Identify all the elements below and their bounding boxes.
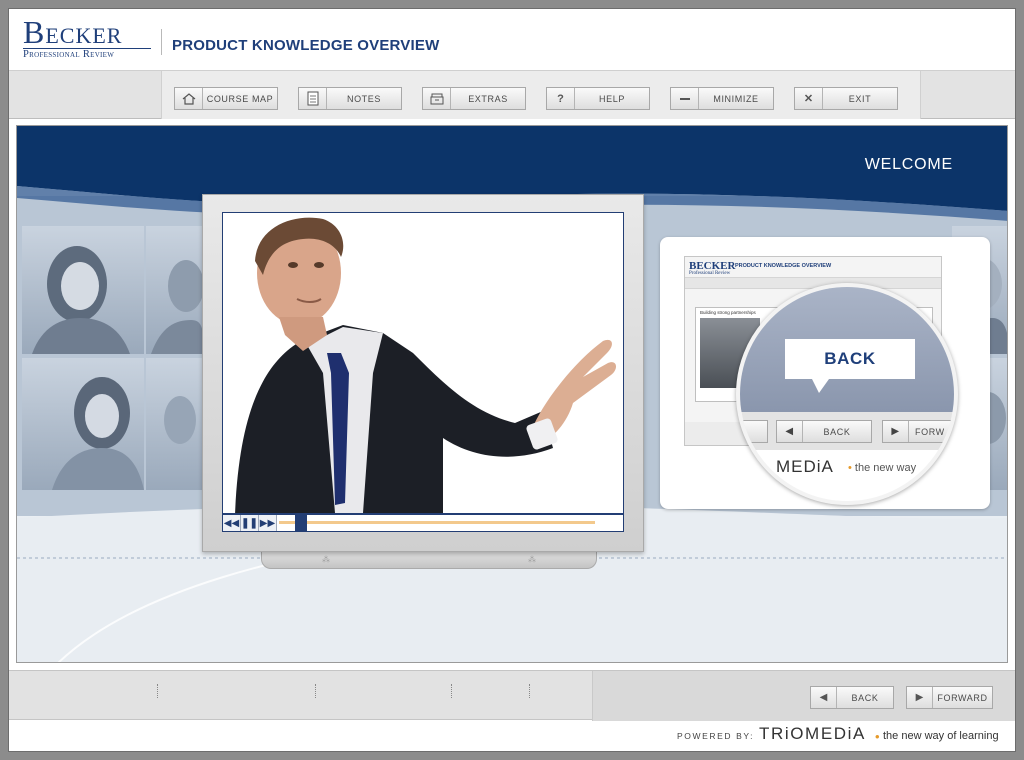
course-map-label: COURSE MAP (206, 93, 274, 104)
triomedia-logo: TRiOMEDiA (759, 724, 866, 743)
magnifier-left-stub: D (740, 420, 768, 443)
magnifier-brand-tag: • the new way (848, 462, 916, 474)
bottom-nav-buttons: ◀ BACK ▶ FORWARD (592, 671, 1015, 721)
minimize-icon (671, 88, 699, 109)
magnifier-nav-bar: D ◀ BACK ▶ FORW (740, 412, 954, 450)
course-map-button[interactable]: COURSE MAP (174, 87, 278, 110)
video-player[interactable] (222, 212, 624, 514)
minimize-button[interactable]: MINIMIZE (670, 87, 774, 110)
toolbar: COURSE MAP NOTES EXTRAS ? HELP MINIMIZE … (9, 71, 1015, 119)
becker-logo: Becker Professional Review (23, 14, 151, 60)
content-stage: WELCOME ⁂ ⁂ ◀◀ ❚❚ ▶▶ BECKER Professional… (16, 125, 1008, 663)
chevron-right-icon: ▶ (883, 421, 909, 442)
progress-marker-1 (157, 684, 158, 698)
progress-marker-2 (315, 684, 316, 698)
pause-icon: ❚❚ (241, 517, 258, 529)
chevron-left-icon: ◀ (811, 687, 837, 708)
extras-label: EXTRAS (468, 93, 508, 104)
fast-forward-icon: ▶▶ (259, 517, 276, 529)
callout-pointer (812, 379, 829, 393)
photo-tile-person-4 (146, 358, 204, 490)
back-label: BACK (851, 692, 879, 703)
help-button[interactable]: ? HELP (546, 87, 650, 110)
brand-dot-icon: • (875, 729, 880, 744)
section-title: WELCOME (864, 156, 953, 173)
magnifier-brand-tagline: the new way (854, 462, 917, 474)
video-controls: ◀◀ ❚❚ ▶▶ (222, 514, 624, 532)
progress-marker-3 (451, 684, 452, 698)
navigation-preview-card: BECKER Professional Review PRODUCT KNOWL… (660, 237, 990, 509)
monitor-stand: ⁂ ⁂ (261, 551, 597, 569)
close-icon: ✕ (795, 88, 823, 109)
tagline: the new way of learning (883, 730, 999, 742)
home-icon (175, 88, 203, 109)
magnifier-back-button: ◀ BACK (776, 420, 872, 443)
help-icon: ? (547, 88, 575, 109)
forward-label: FORWARD (937, 692, 988, 703)
footer: POWERED BY: TRiOMEDiA • the new way of l… (9, 721, 1015, 751)
magnifier-forward-label: FORW (915, 426, 945, 437)
mini-logo-sub: Professional Review (689, 271, 731, 276)
brand-dot-icon: • (848, 462, 852, 474)
magnifier-brand: MEDiA (776, 457, 834, 477)
header: Becker Professional Review PRODUCT KNOWL… (9, 9, 1015, 71)
stand-screw-left: ⁂ (322, 555, 330, 564)
logo-main-text: Becker (23, 14, 123, 50)
exit-label: EXIT (848, 93, 872, 104)
stand-screw-right: ⁂ (528, 555, 536, 564)
video-progress-thumb[interactable] (295, 515, 307, 531)
video-progress-track[interactable] (277, 515, 623, 531)
rewind-icon: ◀◀ (223, 517, 240, 529)
notes-button[interactable]: NOTES (298, 87, 402, 110)
photo-tile-woman-3 (22, 358, 144, 490)
logo-sub-text: Professional Review (23, 49, 115, 60)
toolbar-inner: COURSE MAP NOTES EXTRAS ? HELP MINIMIZE … (161, 71, 921, 119)
powered-by-label: POWERED BY: (677, 731, 755, 741)
app-window: Becker Professional Review PRODUCT KNOWL… (8, 8, 1016, 752)
back-button[interactable]: ◀ BACK (810, 686, 894, 709)
chevron-left-icon: ◀ (777, 421, 803, 442)
extras-button[interactable]: EXTRAS (422, 87, 526, 110)
header-divider (161, 29, 162, 55)
photo-tile-person-2 (146, 226, 204, 354)
presenter-video-frame (223, 213, 623, 513)
notes-icon (299, 88, 327, 109)
video-monitor: ◀◀ ❚❚ ▶▶ (202, 194, 644, 552)
minimize-label: MINIMIZE (713, 93, 759, 104)
fast-forward-button[interactable]: ▶▶ (259, 515, 277, 531)
rewind-button[interactable]: ◀◀ (223, 515, 241, 531)
exit-button[interactable]: ✕ EXIT (794, 87, 898, 110)
chevron-right-icon: ▶ (907, 687, 933, 708)
course-title: PRODUCT KNOWLEDGE OVERVIEW (172, 37, 440, 54)
magnifier-brand-text: MEDiA (776, 457, 834, 476)
video-progress-line (279, 521, 595, 524)
progress-marker-4 (529, 684, 530, 698)
help-label: HELP (599, 93, 625, 104)
magnifier-forward-button: ▶ FORW (882, 420, 954, 443)
forward-button[interactable]: ▶ FORWARD (906, 686, 993, 709)
mini-title: PRODUCT KNOWLEDGE OVERVIEW (735, 263, 832, 269)
magnifier-lens: BACK D ◀ BACK ▶ FORW MEDiA • the new way (736, 283, 958, 505)
pause-button[interactable]: ❚❚ (241, 515, 259, 531)
bottom-navigation: ◀ BACK ▶ FORWARD (9, 670, 1015, 721)
extras-icon (423, 88, 451, 109)
back-callout: BACK (785, 339, 915, 379)
magnifier-back-label: BACK (823, 426, 851, 437)
notes-label: NOTES (346, 93, 381, 104)
photo-tile-woman-1 (22, 226, 144, 354)
